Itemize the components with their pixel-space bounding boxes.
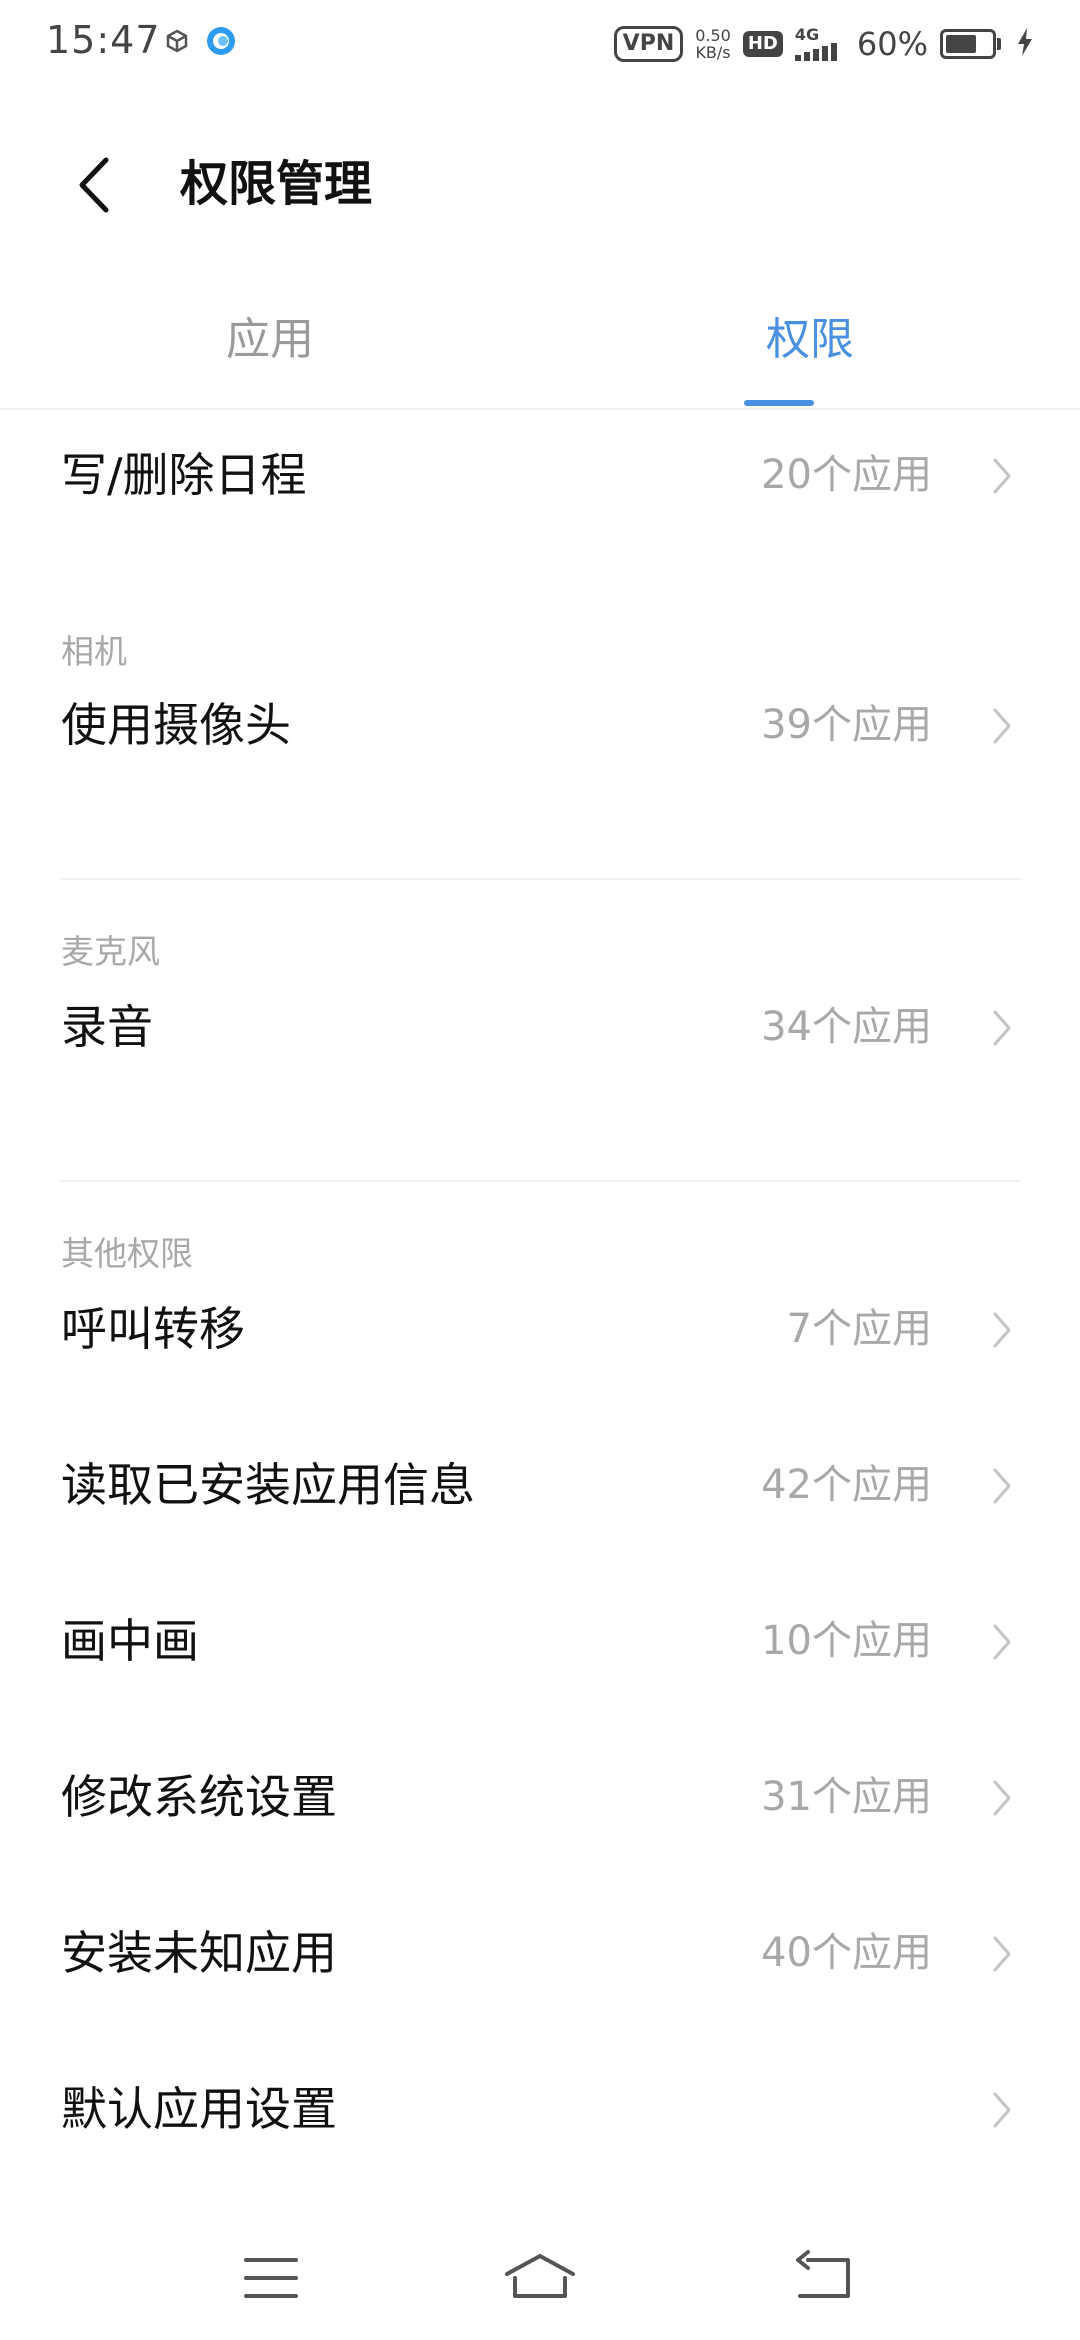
list-item-install-unknown-apps[interactable]: 安装未知应用 40个应用 xyxy=(0,1888,1080,2018)
cell-signal-icon: 4G xyxy=(794,25,845,61)
divider xyxy=(61,1180,1021,1182)
chevron-right-icon xyxy=(993,458,1011,494)
tab-apps[interactable]: 应用 xyxy=(0,310,540,370)
chevron-right-icon xyxy=(993,2092,1011,2128)
box-icon xyxy=(164,28,190,58)
list-item-record-audio[interactable]: 录音 34个应用 xyxy=(0,962,1080,1092)
list-item-read-installed-apps[interactable]: 读取已安装应用信息 42个应用 xyxy=(0,1420,1080,1550)
list-item-label: 录音 xyxy=(61,1000,153,1054)
chevron-left-icon xyxy=(79,157,109,213)
vpn-badge: VPN xyxy=(613,26,684,62)
battery-icon xyxy=(940,29,1001,59)
list-item-count: 31个应用 xyxy=(761,1774,932,1820)
list-item-count: 40个应用 xyxy=(761,1930,932,1976)
tab-bar: 应用 权限 xyxy=(0,290,1080,410)
net-speed: 0.50 KB/s xyxy=(695,27,731,61)
list-item-modify-system-settings[interactable]: 修改系统设置 31个应用 xyxy=(0,1732,1080,1862)
home-icon xyxy=(505,2254,575,2298)
list-item-label: 默认应用设置 xyxy=(61,2082,337,2136)
page-title: 权限管理 xyxy=(180,156,373,212)
chevron-right-icon xyxy=(993,1780,1011,1816)
list-item-count: 20个应用 xyxy=(761,452,932,498)
list-item-label: 读取已安装应用信息 xyxy=(61,1458,475,1512)
browser-app-icon xyxy=(204,24,238,62)
list-item-picture-in-picture[interactable]: 画中画 10个应用 xyxy=(0,1576,1080,1706)
net-speed-value: 0.50 xyxy=(695,26,731,45)
list-item-label: 修改系统设置 xyxy=(61,1770,337,1824)
home-button[interactable] xyxy=(495,2238,585,2318)
tab-permissions[interactable]: 权限 xyxy=(540,310,1080,370)
menu-icon xyxy=(244,2258,298,2298)
navigation-bar xyxy=(0,2220,1080,2340)
battery-percent: 60% xyxy=(856,25,928,63)
list-item-label: 画中画 xyxy=(61,1614,199,1668)
chevron-right-icon xyxy=(993,1010,1011,1046)
list-item-camera[interactable]: 使用摄像头 39个应用 xyxy=(0,660,1080,790)
list-item-label: 使用摄像头 xyxy=(61,698,291,752)
net-speed-unit: KB/s xyxy=(695,43,731,62)
list-item-count: 34个应用 xyxy=(761,1004,932,1050)
hd-badge: HD xyxy=(742,31,783,57)
status-right-group: VPN 0.50 KB/s HD 4G 60% xyxy=(613,22,1034,66)
charging-icon xyxy=(1016,27,1034,61)
list-item-call-forwarding[interactable]: 呼叫转移 7个应用 xyxy=(0,1264,1080,1394)
chevron-right-icon xyxy=(993,1312,1011,1348)
chevron-right-icon xyxy=(993,1468,1011,1504)
status-time: 15:47 xyxy=(46,18,161,62)
status-bar: 15:47 VPN 0.50 KB/s HD 4G 60% xyxy=(0,0,1080,84)
list-item-label: 呼叫转移 xyxy=(61,1302,245,1356)
chevron-right-icon xyxy=(993,708,1011,744)
list-item-count: 42个应用 xyxy=(761,1462,932,1508)
list-item-count: 39个应用 xyxy=(761,702,932,748)
chevron-right-icon xyxy=(993,1624,1011,1660)
back-nav-button[interactable] xyxy=(778,2238,868,2318)
list-item-label: 写/删除日程 xyxy=(61,448,307,502)
divider xyxy=(61,878,1021,880)
menu-button[interactable] xyxy=(226,2238,316,2318)
tab-active-indicator xyxy=(744,400,814,406)
back-button[interactable] xyxy=(60,148,134,222)
list-item-default-apps[interactable]: 默认应用设置 xyxy=(0,2044,1080,2174)
network-type: 4G xyxy=(794,25,820,44)
back-icon xyxy=(796,2250,850,2298)
list-item-label: 安装未知应用 xyxy=(61,1926,337,1980)
chevron-right-icon xyxy=(993,1936,1011,1972)
list-item-calendar-write[interactable]: 写/删除日程 20个应用 xyxy=(0,410,1080,540)
list-item-count: 10个应用 xyxy=(761,1618,932,1664)
app-header: 权限管理 xyxy=(0,130,1080,240)
list-item-count: 7个应用 xyxy=(786,1306,932,1352)
